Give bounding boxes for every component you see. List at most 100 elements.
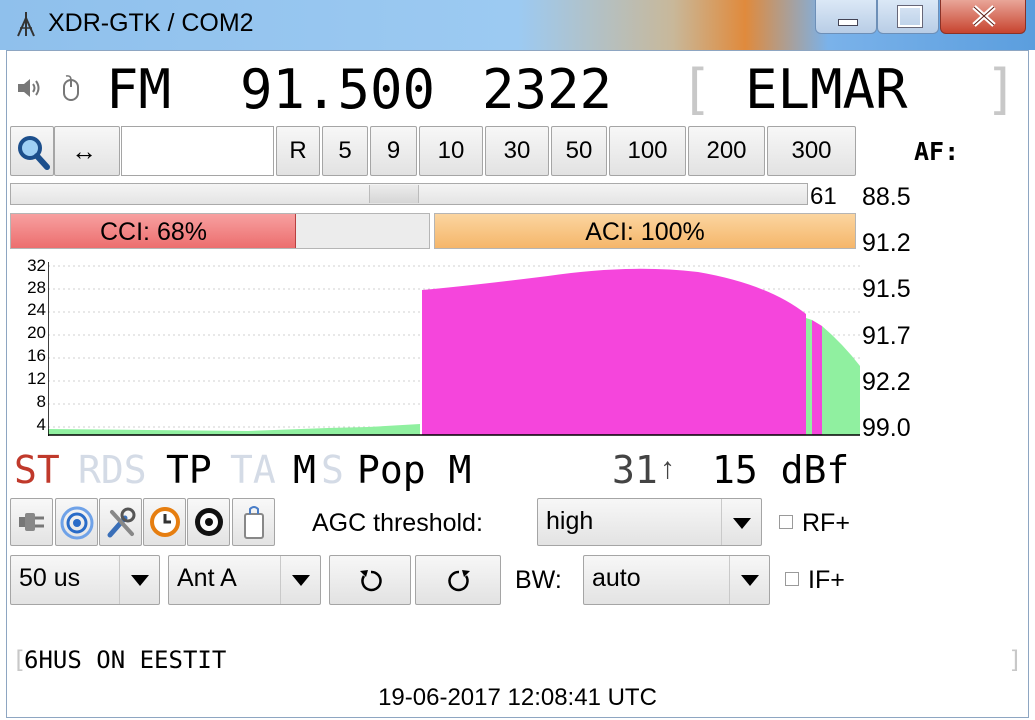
horizontal-arrows-icon: ↔ <box>71 136 97 166</box>
af-item[interactable]: 88.5 <box>862 183 911 212</box>
speaker-icon[interactable] <box>16 76 44 100</box>
rotate-cw-icon <box>448 570 470 592</box>
step-button-r[interactable]: R <box>276 126 320 176</box>
spectrum-green-area <box>48 424 420 435</box>
pi-code: 2322 <box>482 58 613 121</box>
pty-label: Pop M <box>357 448 472 492</box>
y-tick-label: 24 <box>27 300 46 319</box>
signal-meter[interactable] <box>10 183 808 205</box>
radiotext: 6HUS ON EESTIT <box>24 646 227 674</box>
rds-indicator: RDS <box>78 448 147 492</box>
step-button-300[interactable]: 300 <box>767 126 856 176</box>
clock-icon <box>150 507 180 537</box>
agc-threshold-select[interactable]: high <box>537 498 762 546</box>
af-item[interactable]: 91.2 <box>862 229 911 258</box>
deemphasis-select[interactable]: 50 us <box>10 555 160 605</box>
af-item[interactable]: 91.7 <box>862 322 911 351</box>
spectrum-graph[interactable] <box>48 262 860 438</box>
frequency-display[interactable]: 91.500 <box>240 58 435 121</box>
cci-label: CCI: 68% <box>100 218 207 246</box>
antenna-app-icon <box>17 12 35 37</box>
signal-meter-thumb[interactable] <box>369 185 419 203</box>
chevron-down-icon <box>729 556 769 604</box>
spectrum-magenta-area <box>422 268 806 435</box>
minimize-icon <box>838 19 858 26</box>
close-icon <box>972 5 996 27</box>
rf-plus-checkbox[interactable] <box>779 515 793 529</box>
close-button[interactable] <box>940 0 1026 34</box>
connect-button[interactable] <box>10 498 53 546</box>
speech-indicator: S <box>321 448 344 492</box>
chevron-down-icon <box>280 556 320 604</box>
bandwidth-value: auto <box>592 564 641 592</box>
document-icon <box>244 506 264 539</box>
cci-bar: CCI: 68% <box>10 213 430 249</box>
af-item[interactable]: 91.5 <box>862 275 911 304</box>
broadcast-icon <box>60 506 94 540</box>
swap-button[interactable]: ↔ <box>54 126 120 176</box>
signal-value: 31 <box>612 448 658 492</box>
step-button-30[interactable]: 30 <box>485 126 549 176</box>
rotate-right-button[interactable] <box>415 555 501 605</box>
minimize-button[interactable] <box>815 0 877 34</box>
tp-indicator: TP <box>166 448 212 492</box>
antenna-select[interactable]: Ant A <box>168 555 321 605</box>
search-button[interactable] <box>10 126 54 176</box>
scan-button[interactable] <box>232 498 275 546</box>
if-plus-checkbox[interactable] <box>785 572 799 586</box>
y-tick-label: 32 <box>27 256 46 275</box>
maximize-button[interactable] <box>877 0 939 34</box>
spectrum-green-area <box>822 326 860 435</box>
pattern-button[interactable] <box>187 498 230 546</box>
ta-indicator: TA <box>230 448 276 492</box>
agc-threshold-label: AGC threshold: <box>312 509 483 537</box>
y-tick-label: 16 <box>27 346 46 365</box>
af-item[interactable]: 99.0 <box>862 414 911 443</box>
tools-icon <box>107 507 136 538</box>
antenna-value: Ant A <box>177 564 237 592</box>
frequency-input[interactable] <box>121 126 274 176</box>
chevron-down-icon <box>721 499 761 545</box>
step-button-10[interactable]: 10 <box>419 126 483 176</box>
band-label: FM <box>106 58 172 121</box>
step-button-5[interactable]: 5 <box>322 126 368 176</box>
music-indicator: M <box>293 448 316 492</box>
scheduler-button[interactable] <box>143 498 186 546</box>
spectrum-magenta-area <box>812 320 822 435</box>
ps-bracket-left: [ <box>680 58 713 121</box>
antenna-pattern-icon <box>195 508 223 536</box>
ps-bracket-right: ] <box>985 58 1018 121</box>
y-tick-label: 20 <box>27 323 46 342</box>
agc-threshold-value: high <box>546 507 594 535</box>
stereo-indicator: ST <box>14 448 60 492</box>
rf-plus-label: RF+ <box>802 509 850 537</box>
signal-meter-value: 61 <box>810 183 837 210</box>
y-tick-label: 8 <box>36 392 46 411</box>
rotate-ccw-icon <box>360 570 382 592</box>
aci-bar: ACI: 100% <box>434 213 856 249</box>
step-button-9[interactable]: 9 <box>370 126 417 176</box>
spectrum-green-area <box>806 318 812 435</box>
step-button-100[interactable]: 100 <box>609 126 686 176</box>
settings-button[interactable] <box>99 498 142 546</box>
mouse-icon[interactable] <box>60 74 82 102</box>
step-button-50[interactable]: 50 <box>551 126 607 176</box>
y-tick-label: 4 <box>36 415 46 434</box>
signal-level[interactable]: 15 dBf <box>712 448 849 492</box>
rds-settings-button[interactable] <box>55 498 98 546</box>
y-tick-label: 12 <box>27 369 46 388</box>
utc-clock: 19-06-2017 12:08:41 UTC <box>378 684 657 711</box>
y-tick-label: 28 <box>27 278 46 297</box>
deemphasis-value: 50 us <box>19 564 81 592</box>
signal-trend-arrow-icon: ↑ <box>660 452 675 485</box>
maximize-icon <box>897 5 923 28</box>
af-item[interactable]: 92.2 <box>862 368 911 397</box>
bandwidth-label: BW: <box>515 566 562 594</box>
rotate-left-button[interactable] <box>329 555 411 605</box>
bandwidth-select[interactable]: auto <box>583 555 770 605</box>
step-button-200[interactable]: 200 <box>688 126 765 176</box>
radiotext-bracket-right: ] <box>1008 646 1023 674</box>
window-title: XDR-GTK / COM2 <box>48 9 254 37</box>
search-icon <box>18 136 50 170</box>
if-plus-label: IF+ <box>808 566 845 594</box>
